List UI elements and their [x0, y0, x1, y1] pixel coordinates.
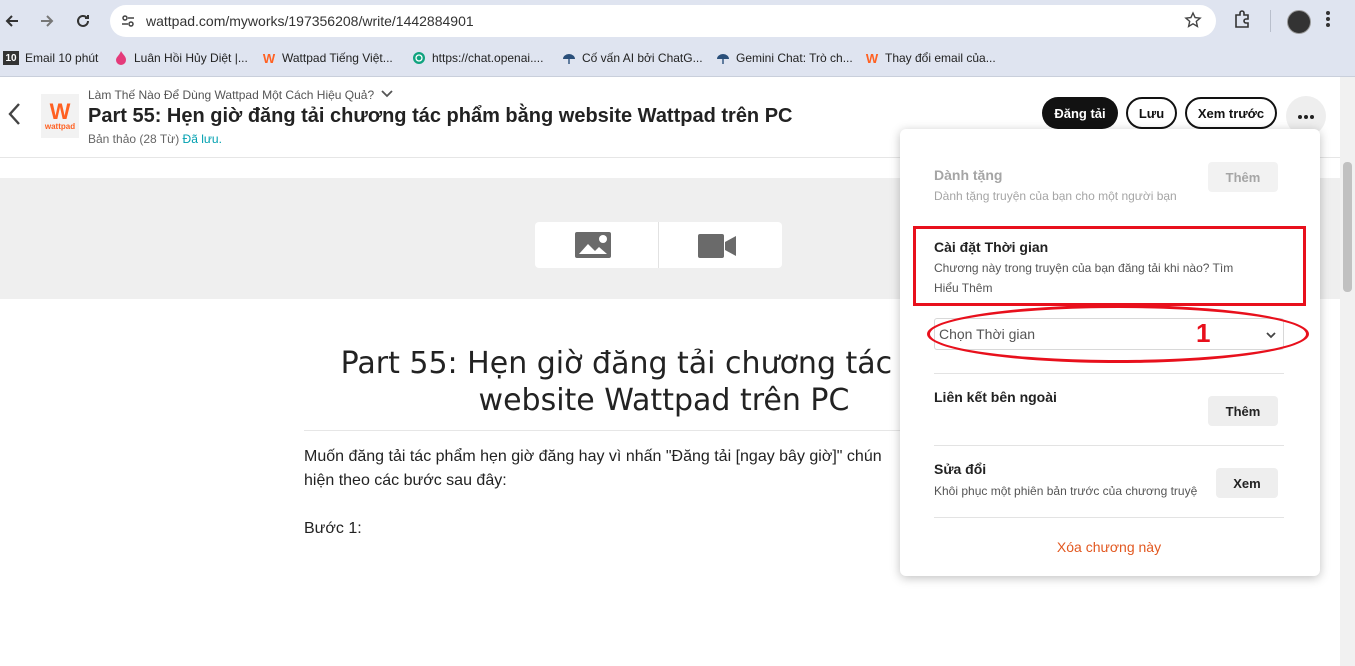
revisions-description: Khôi phục một phiên bản trước của chương… — [934, 484, 1198, 498]
site-settings-icon[interactable] — [120, 13, 136, 34]
revisions-title: Sửa đổi — [934, 461, 987, 477]
image-upload-icon[interactable] — [575, 232, 611, 263]
reload-icon[interactable] — [71, 9, 95, 33]
chevron-down-icon — [380, 88, 394, 102]
browser-toolbar: wattpad.com/myworks/197356208/write/1442… — [0, 0, 1355, 42]
bookmark-item[interactable]: W Wattpad Tiếng Việt... — [262, 50, 393, 66]
bookmark-item[interactable]: Cố vấn AI bởi ChatG... — [562, 51, 703, 65]
dedication-add-button[interactable]: Thêm — [1208, 162, 1278, 192]
more-dots-icon — [1297, 107, 1315, 125]
external-link-title: Liên kết bên ngoài — [934, 389, 1057, 405]
story-title: Làm Thế Nào Để Dùng Wattpad Một Cách Hiệ… — [88, 88, 375, 102]
browser-menu-icon[interactable] — [1325, 9, 1331, 34]
forward-arrow-icon[interactable] — [35, 9, 59, 33]
extensions-puzzle-icon[interactable] — [1232, 9, 1252, 34]
address-bar[interactable]: wattpad.com/myworks/197356208/write/1442… — [110, 5, 1216, 37]
bookmark-item[interactable]: 10 Email 10 phút — [3, 51, 98, 65]
menu-divider — [934, 373, 1284, 374]
bookmark-label: Thay đổi email của... — [885, 51, 996, 65]
wattpad-icon: W — [262, 50, 276, 66]
bookmark-label: Cố vấn AI bởi ChatG... — [582, 51, 703, 65]
profile-avatar[interactable] — [1287, 10, 1311, 34]
bookmark-label: https://chat.openai.... — [432, 51, 544, 65]
story-title-dropdown[interactable]: Làm Thế Nào Để Dùng Wattpad Một Cách Hiệ… — [88, 88, 394, 102]
dedication-title: Dành tặng — [934, 167, 1003, 183]
bookmark-item[interactable]: W Thay đổi email của... — [865, 50, 996, 66]
external-link-add-button[interactable]: Thêm — [1208, 396, 1278, 426]
highlight-rectangle — [913, 226, 1306, 306]
back-arrow-icon[interactable] — [0, 9, 24, 33]
bookmark-label: Email 10 phút — [25, 51, 99, 65]
menu-divider — [934, 517, 1284, 518]
media-toolbar — [535, 222, 782, 268]
save-button[interactable]: Lưu — [1126, 97, 1177, 129]
word-count-status: Bản thảo (28 Từ) — [88, 132, 180, 146]
back-chevron-icon[interactable] — [6, 101, 24, 132]
bookmark-label: Wattpad Tiếng Việt... — [282, 51, 393, 65]
ten-minute-mail-icon: 10 — [3, 51, 19, 65]
draft-status: Bản thảo (28 Từ) Đã lưu. — [88, 132, 222, 146]
delete-chapter-button[interactable]: Xóa chương này — [900, 539, 1318, 555]
body-text-line: hiện theo các bước sau đây: — [304, 472, 507, 489]
bookmark-item[interactable]: Gemini Chat: Trò ch... — [716, 51, 853, 65]
url-text: wattpad.com/myworks/197356208/write/1442… — [146, 13, 474, 29]
bookmark-item[interactable]: https://chat.openai.... — [412, 51, 543, 65]
wattpad-logo: W wattpad — [41, 94, 79, 138]
saved-status: Đã lưu. — [182, 132, 222, 146]
wattpad-logo-mark: W — [49, 98, 71, 124]
step-number-label: 1 — [1196, 318, 1211, 348]
bookmark-favicon-icon — [562, 51, 576, 65]
publish-button[interactable]: Đăng tải — [1042, 97, 1118, 129]
body-text-line: Muốn đăng tải tác phẩm hẹn giờ đăng hay … — [304, 448, 882, 465]
preview-button[interactable]: Xem trước — [1185, 97, 1277, 129]
body-paragraph[interactable]: Muốn đăng tải tác phẩm hẹn giờ đăng hay … — [304, 445, 882, 493]
bookmark-item[interactable]: Luân Hồi Hủy Diệt |... — [114, 51, 248, 65]
openai-icon — [412, 51, 426, 65]
body-paragraph[interactable]: Bước 1: — [304, 517, 362, 541]
bookmark-favicon-icon — [716, 51, 730, 65]
highlight-ellipse — [927, 305, 1309, 363]
title-divider — [304, 430, 944, 431]
bookmarks-bar: 10 Email 10 phút Luân Hồi Hủy Diệt |... … — [0, 42, 1355, 77]
bookmark-label: Luân Hồi Hủy Diệt |... — [134, 51, 248, 65]
bookmark-star-icon[interactable] — [1184, 11, 1202, 34]
dedication-description: Dành tặng truyện của bạn cho một người b… — [934, 189, 1177, 203]
video-camera-icon[interactable] — [698, 234, 736, 263]
toolbar-separator — [1270, 10, 1271, 32]
wattpad-icon: W — [865, 50, 879, 66]
media-divider — [658, 222, 659, 268]
revisions-view-button[interactable]: Xem — [1216, 468, 1278, 498]
scrollbar-thumb[interactable] — [1343, 162, 1352, 292]
fire-icon — [114, 51, 128, 65]
wattpad-logo-text: wattpad — [44, 121, 76, 131]
menu-divider — [934, 445, 1284, 446]
bookmark-label: Gemini Chat: Trò ch... — [736, 51, 853, 65]
part-title: Part 55: Hẹn giờ đăng tải chương tác phẩ… — [88, 105, 793, 127]
